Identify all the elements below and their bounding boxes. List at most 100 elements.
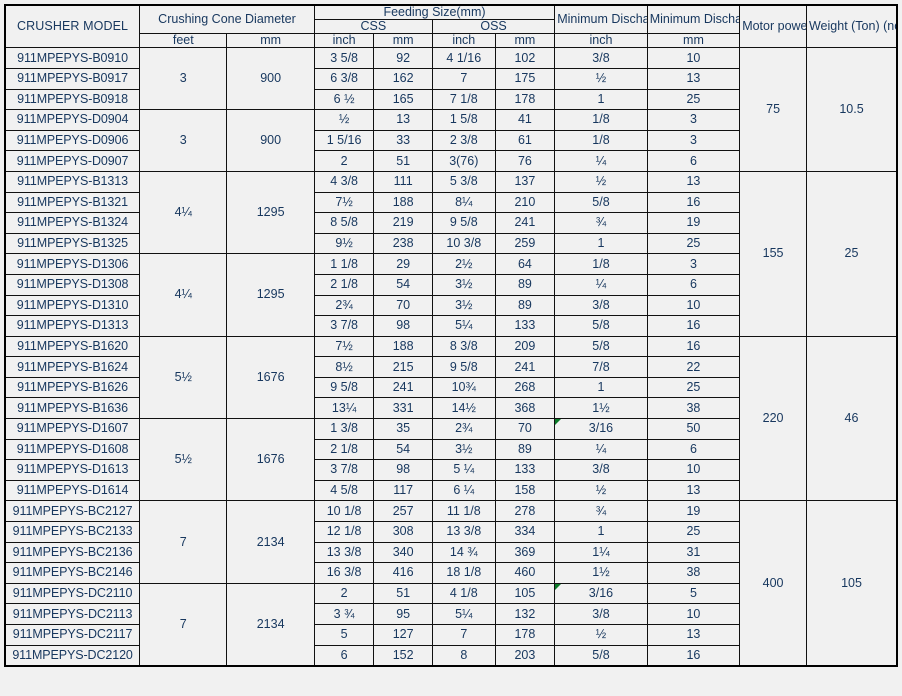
cell-oss-inch: 9 5/8 [431,212,496,234]
cell-css-inch: 3 ¾ [313,603,375,625]
cell-discharge-mm: 38 [646,397,741,420]
cell-discharge-mm: 13 [646,479,741,502]
cell-css-mm: 219 [373,212,433,234]
header-css-inch: inch [313,33,375,49]
cell-model: 911MPEPYS-BC2133 [4,521,141,543]
cell-oss-inch: 8¼ [431,191,496,214]
cell-discharge-inch: ¾ [554,500,648,523]
cell-css-inch: 2¾ [313,294,375,317]
cell-discharge-mm: 3 [646,253,741,275]
cell-css-mm: 340 [373,541,433,564]
cell-cone-feet: 3 [139,47,228,111]
cell-discharge-inch: 1 [554,376,648,399]
cell-discharge-inch: ½ [554,479,648,502]
cell-css-inch: 1 5/16 [313,129,375,152]
cell-css-mm: 70 [373,294,433,317]
cell-oss-inch: 7 1/8 [431,88,496,111]
cell-discharge-inch: 3/8 [554,294,648,317]
cell-cone-mm: 1295 [226,170,315,255]
cell-css-mm: 188 [373,191,433,214]
cell-discharge-inch: ½ [554,170,648,193]
cell-model: 911MPEPYS-B1636 [4,397,141,420]
cell-model: 911MPEPYS-D0904 [4,109,141,131]
cell-oss-inch: 14 ¾ [431,541,496,564]
table-row: 911MPEPYS-B1620 5½ 1676 7½ 188 8 3/8 209 5/8 16 2… [4,335,898,502]
cell-css-inch: 6 3/8 [313,67,375,90]
cell-model: 911MPEPYS-B1313 [4,170,141,193]
cell-discharge-inch: 1/8 [554,253,648,275]
cell-css-mm: 51 [373,582,433,605]
table-row: 911MPEPYS-B0910 3 900 3 5/8 92 4 1/16 102 3/8 10… [4,47,898,172]
cell-motor-power: 75 [739,47,807,172]
cell-motor-power: 400 [739,500,807,667]
cell-model: 911MPEPYS-DC2117 [4,624,141,646]
cell-oss-inch: 4 1/16 [431,47,496,69]
cell-model: 911MPEPYS-D0907 [4,150,141,172]
cell-css-mm: 162 [373,67,433,90]
cell-discharge-inch: 1 [554,232,648,255]
cell-oss-inch: 4 1/8 [431,582,496,605]
cell-discharge-inch: 1¼ [554,541,648,564]
cell-model: 911MPEPYS-BC2127 [4,500,141,523]
cell-discharge-inch: 5/8 [554,191,648,214]
cell-discharge-mm: 19 [646,212,741,234]
cell-css-mm: 152 [373,644,433,667]
cell-css-inch: 2 1/8 [313,273,375,296]
cell-model: 911MPEPYS-D1306 [4,253,141,275]
cell-oss-mm: 259 [494,232,556,255]
cell-css-mm: 33 [373,129,433,152]
cell-discharge-inch: 7/8 [554,356,648,378]
cell-discharge-mm: 25 [646,521,741,543]
cell-oss-inch: 8 [431,644,496,667]
cell-css-mm: 54 [373,273,433,296]
cell-oss-inch: 2¾ [431,418,496,440]
cell-discharge-mm: 25 [646,232,741,255]
cell-weight: 46 [805,335,898,502]
cell-css-mm: 111 [373,170,433,193]
cell-oss-mm: 64 [494,253,556,275]
cell-model: 911MPEPYS-B1626 [4,376,141,399]
cell-discharge-inch: 3/8 [554,459,648,481]
cell-oss-mm: 178 [494,624,556,646]
header-discharge-mm-unit: mm [646,33,741,49]
cell-css-inch: 3 5/8 [313,47,375,69]
cell-css-inch: 12 1/8 [313,521,375,543]
cell-cone-feet: 4¼ [139,253,228,337]
cell-oss-mm: 137 [494,170,556,193]
cell-discharge-mm: 16 [646,644,741,667]
header-oss-mm: mm [494,33,556,49]
cell-css-inch: 7½ [313,191,375,214]
cell-oss-inch: 5 3/8 [431,170,496,193]
cell-css-mm: 188 [373,335,433,358]
cell-model: 911MPEPYS-DC2113 [4,603,141,625]
crusher-spec-table-container: CRUSHER MODEL Crushing Cone Diameter Fee… [4,4,898,668]
cell-oss-mm: 203 [494,644,556,667]
cell-discharge-mm: 13 [646,624,741,646]
cell-model: 911MPEPYS-DC2110 [4,582,141,605]
cell-css-inch: 3 7/8 [313,315,375,337]
cell-discharge-mm: 16 [646,335,741,358]
cell-css-inch: 9½ [313,232,375,255]
cell-css-mm: 331 [373,397,433,420]
cell-oss-mm: 102 [494,47,556,69]
cell-css-inch: 4 5/8 [313,479,375,502]
cell-oss-inch: 18 1/8 [431,562,496,584]
cell-discharge-inch: 1½ [554,397,648,420]
header-crushing-cone-diameter: Crushing Cone Diameter [139,4,315,35]
cell-css-mm: 35 [373,418,433,440]
cell-oss-mm: 76 [494,150,556,172]
cell-cone-feet: 3 [139,109,228,172]
cell-discharge-mm: 6 [646,438,741,461]
cell-oss-inch: 9 5/8 [431,356,496,378]
cell-oss-mm: 268 [494,376,556,399]
cell-css-inch: 16 3/8 [313,562,375,584]
table-row: 911MPEPYS-BC2127 7 2134 10 1/8 257 11 1/8 278 ¾… [4,500,898,667]
cell-discharge-inch: 1/8 [554,129,648,152]
cell-css-mm: 416 [373,562,433,584]
cell-css-inch: 13 3/8 [313,541,375,564]
cell-css-inch: 5 [313,624,375,646]
cell-motor-power: 155 [739,170,807,337]
cell-css-inch: 3 7/8 [313,459,375,481]
cell-model: 911MPEPYS-D1310 [4,294,141,317]
header-min-discharge-size-inch: Minimum Discharge Size [554,4,648,35]
